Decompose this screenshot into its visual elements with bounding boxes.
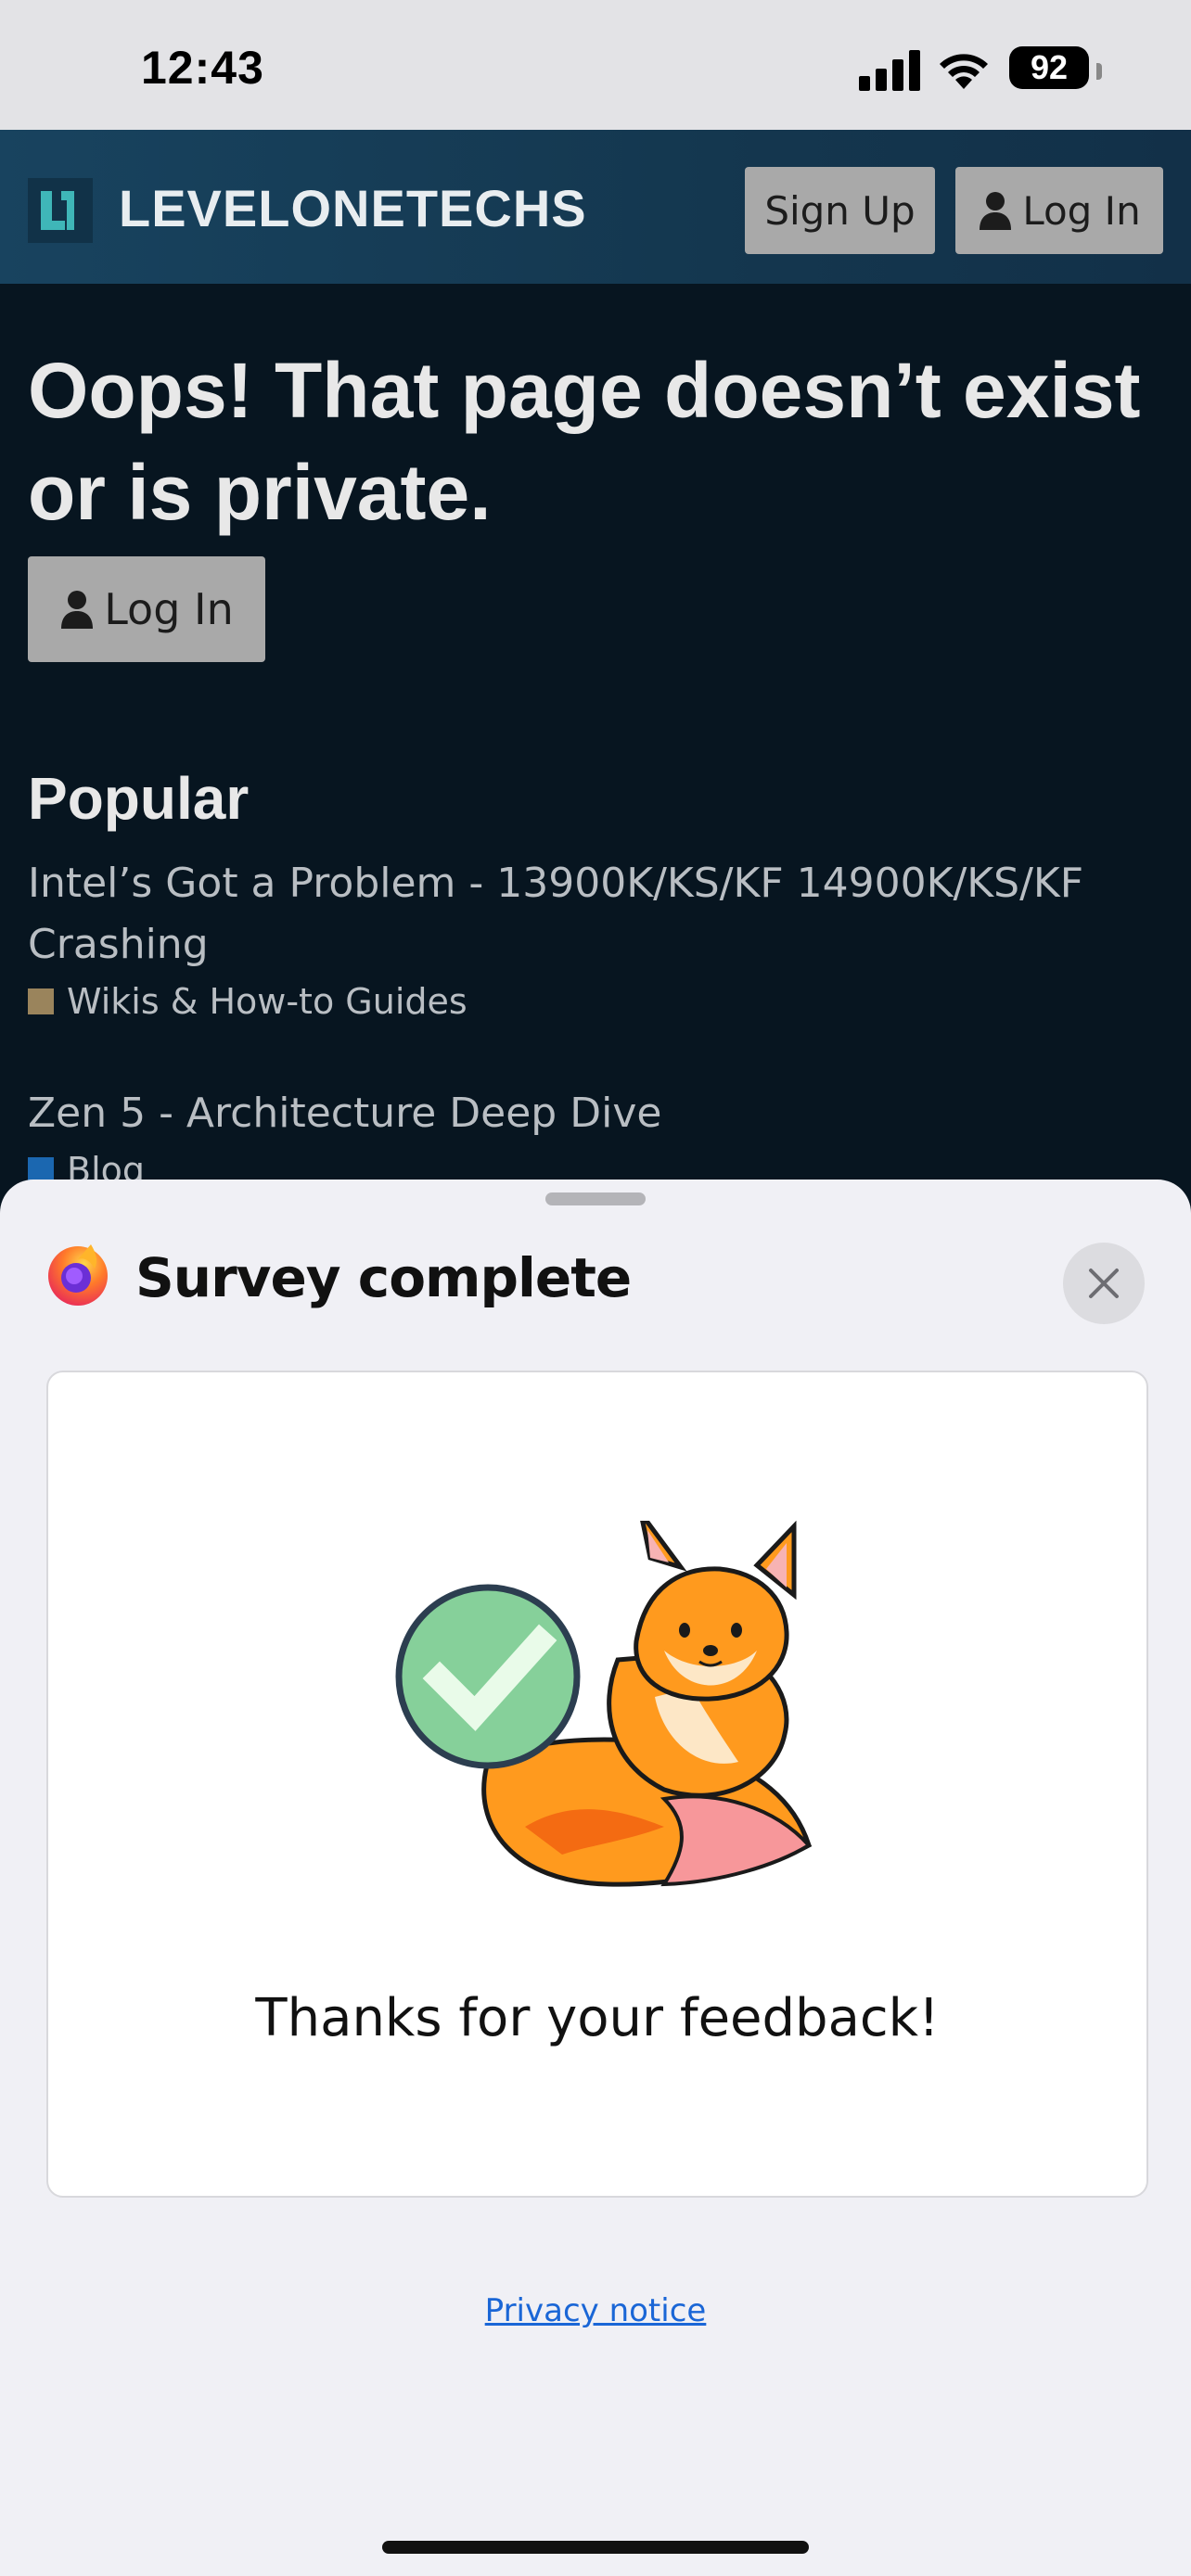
status-bar: 12:43 92 xyxy=(0,0,1191,130)
error-heading: Oops! That page doesn’t exist or is priv… xyxy=(28,347,1141,536)
battery-icon: 92 xyxy=(1009,46,1089,89)
category-color-swatch xyxy=(28,988,54,1014)
wifi-icon xyxy=(940,54,988,89)
firefox-icon xyxy=(48,1244,108,1306)
header-log-in-label: Log In xyxy=(1022,187,1141,234)
battery-level: 92 xyxy=(1030,48,1069,86)
topic-category[interactable]: Wikis & How-to Guides xyxy=(28,981,1159,1022)
popular-topic[interactable]: Zen 5 - Architecture Deep Dive Blog xyxy=(28,1083,1159,1191)
sign-up-button[interactable]: Sign Up xyxy=(745,167,935,254)
status-time: 12:43 xyxy=(141,42,264,94)
home-indicator[interactable] xyxy=(382,2541,809,2554)
survey-result-card: Thanks for your feedback! xyxy=(46,1371,1148,2198)
user-icon xyxy=(980,192,1012,230)
privacy-notice-link[interactable]: Privacy notice xyxy=(0,2292,1191,2329)
topic-title-link[interactable]: Zen 5 - Architecture Deep Dive xyxy=(28,1083,1159,1144)
header-log-in-button[interactable]: Log In xyxy=(955,167,1163,254)
battery-tip xyxy=(1096,63,1102,80)
close-button[interactable] xyxy=(1063,1243,1145,1324)
popular-topic[interactable]: Intel’s Got a Problem - 13900K/KS/KF 149… xyxy=(28,853,1159,1022)
thanks-message: Thanks for your feedback! xyxy=(255,1988,940,2048)
sheet-grabber[interactable] xyxy=(545,1192,646,1205)
close-icon xyxy=(1089,1269,1119,1298)
sheet-title: Survey complete xyxy=(135,1246,632,1309)
levelonetechs-logo-icon[interactable] xyxy=(28,178,93,243)
fox-checkmark-illustration xyxy=(395,1521,813,1887)
site-brand[interactable]: LEVELONETECHS xyxy=(119,178,587,238)
topic-category-label: Wikis & How-to Guides xyxy=(67,981,467,1022)
sign-up-label: Sign Up xyxy=(764,187,916,234)
popular-heading: Popular xyxy=(28,765,250,832)
survey-sheet: Survey complete Thanks for your feedback… xyxy=(0,1180,1191,2576)
site-header: LEVELONETECHS Sign Up Log In xyxy=(0,130,1191,284)
user-icon xyxy=(61,591,94,629)
page-content: Oops! That page doesn’t exist or is priv… xyxy=(28,284,1159,1191)
topic-title-link[interactable]: Intel’s Got a Problem - 13900K/KS/KF 149… xyxy=(28,853,1159,976)
log-in-label: Log In xyxy=(104,584,234,634)
log-in-button[interactable]: Log In xyxy=(28,556,265,662)
cellular-signal-icon xyxy=(859,50,920,91)
